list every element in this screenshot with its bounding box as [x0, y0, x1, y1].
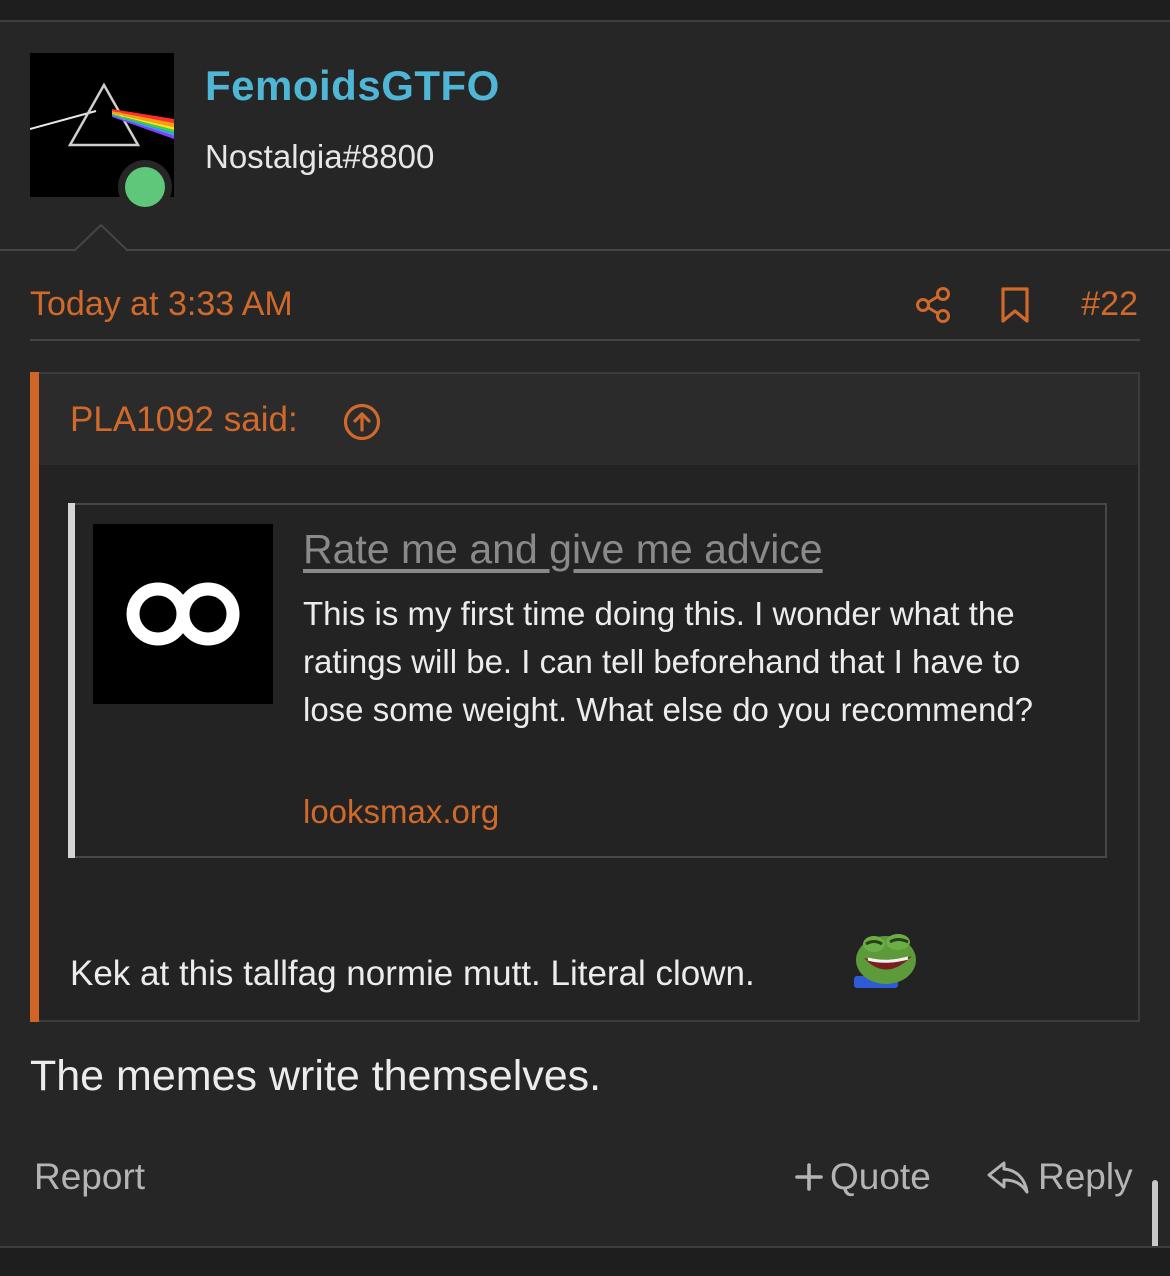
quote-button[interactable]: Quote — [794, 1156, 931, 1198]
user-title: Nostalgia#8800 — [205, 138, 435, 175]
link-preview-title[interactable]: Rate me and give me advice — [303, 526, 823, 573]
quote-message-text: Kek at this tallfag normie mutt. Literal… — [70, 954, 755, 993]
post-message-text: The memes write themselves. — [30, 1052, 602, 1100]
link-preview-accent-bar — [68, 503, 75, 858]
post-header-divider — [30, 339, 1140, 341]
site-logo-icon — [93, 524, 273, 704]
reply-button[interactable]: Reply — [986, 1156, 1133, 1198]
report-button[interactable]: Report — [34, 1156, 145, 1198]
post-date-link[interactable]: Today at 3:33 AM — [30, 285, 293, 324]
link-preview-description: This is my first time doing this. I wond… — [303, 595, 1034, 728]
reply-button-label: Reply — [1038, 1156, 1133, 1197]
online-status-indicator — [118, 160, 172, 214]
pepe-laugh-icon — [854, 934, 916, 988]
top-band — [0, 0, 1170, 22]
arrow-up-circle-icon[interactable] — [342, 402, 382, 442]
quote-accent-bar — [30, 372, 39, 1022]
link-preview-domain[interactable]: looksmax.org — [303, 793, 499, 831]
user-arrow-caret — [74, 224, 128, 252]
bottom-band — [0, 1246, 1170, 1276]
message-user-header — [0, 22, 1170, 250]
quote-attribution[interactable]: PLA1092 said: — [70, 400, 298, 440]
share-icon[interactable] — [914, 286, 952, 324]
user-divider — [0, 249, 1170, 251]
username[interactable]: FemoidsGTFO — [205, 62, 500, 110]
bookmark-icon[interactable] — [998, 286, 1032, 324]
post-number[interactable]: #22 — [1081, 285, 1138, 324]
quote-button-label: Quote — [830, 1156, 931, 1197]
reply-arrow-icon — [987, 1161, 1029, 1194]
plus-icon — [795, 1163, 823, 1191]
link-preview-thumbnail[interactable] — [93, 524, 273, 704]
